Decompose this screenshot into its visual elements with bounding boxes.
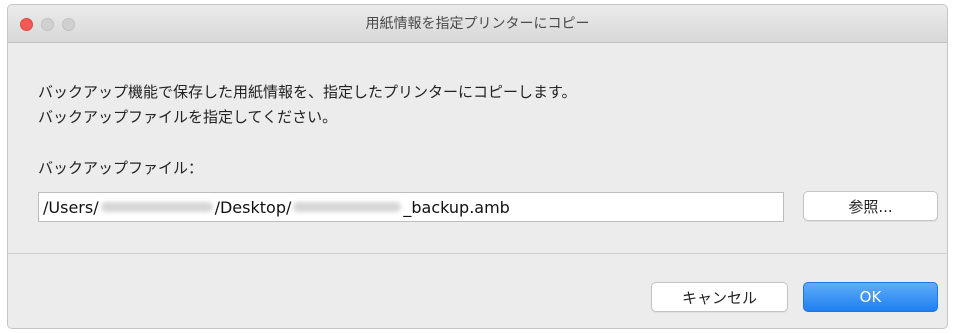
path-prefix: /Users/: [43, 197, 99, 217]
redacted-model-name: [293, 202, 402, 212]
instruction-message: バックアップ機能で保存した用紙情報を、指定したプリンターにコピーします。 バック…: [38, 80, 577, 130]
cancel-button[interactable]: キャンセル: [651, 282, 788, 312]
dialog-window: 用紙情報を指定プリンターにコピー バックアップ機能で保存した用紙情報を、指定した…: [7, 4, 948, 329]
redacted-username: [100, 202, 213, 212]
message-line-1: バックアップ機能で保存した用紙情報を、指定したプリンターにコピーします。: [38, 83, 577, 101]
backup-file-label: バックアップファイル：: [38, 159, 204, 177]
path-middle: /Desktop/: [214, 197, 292, 217]
message-line-2: バックアップファイルを指定してください。: [38, 108, 338, 126]
path-suffix: _backup.amb: [403, 197, 510, 217]
backup-file-path-field[interactable]: /Users/ /Desktop/ _backup.amb: [38, 192, 784, 222]
title-bar: 用紙情報を指定プリンターにコピー: [8, 5, 947, 43]
browse-button[interactable]: 参照...: [803, 191, 938, 221]
window-title: 用紙情報を指定プリンターにコピー: [365, 16, 590, 32]
footer-divider: [8, 253, 947, 254]
ok-button[interactable]: OK: [803, 282, 938, 312]
